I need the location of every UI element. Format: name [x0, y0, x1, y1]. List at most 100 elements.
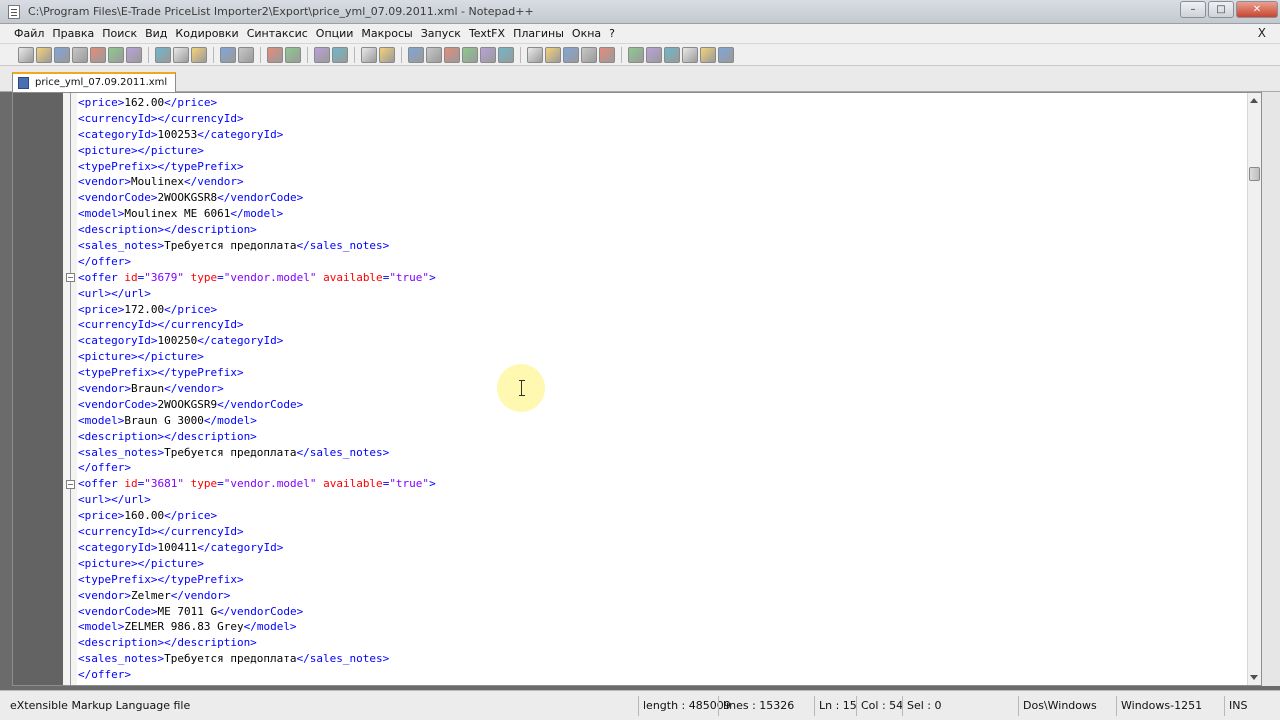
menu-item-12[interactable]: ? [609, 27, 623, 40]
undo-icon[interactable] [220, 47, 236, 63]
close-all-icon[interactable] [108, 47, 124, 63]
find-icon[interactable] [267, 47, 283, 63]
run-multiple-icon[interactable] [581, 47, 597, 63]
code-line[interactable]: <categoryId>100411</categoryId> [78, 540, 436, 556]
code-line[interactable]: <price>162.00</price> [78, 95, 436, 111]
menu-item-10[interactable]: Плагины [513, 27, 572, 40]
close-document-button[interactable]: X [1258, 26, 1266, 40]
code-line[interactable]: <model>Braun G 3000</model> [78, 413, 436, 429]
menu-item-2[interactable]: Поиск [102, 27, 145, 40]
open-file-icon[interactable] [36, 47, 52, 63]
cut-icon[interactable] [155, 47, 171, 63]
copy-icon[interactable] [173, 47, 189, 63]
show-all-icon[interactable] [426, 47, 442, 63]
menu-item-4[interactable]: Кодировки [175, 27, 246, 40]
status-eol[interactable]: Dos\Windows [1018, 696, 1116, 716]
save-icon[interactable] [54, 47, 70, 63]
zoom-in-icon[interactable] [314, 47, 330, 63]
menu-item-8[interactable]: Запуск [421, 27, 469, 40]
code-line[interactable]: <description></description> [78, 429, 436, 445]
code-line[interactable]: <vendorCode>2WOOKGSR9</vendorCode> [78, 397, 436, 413]
code-line[interactable]: <currencyId></currencyId> [78, 317, 436, 333]
code-line[interactable]: <picture></picture> [78, 349, 436, 365]
code-line[interactable]: <price>160.00</price> [78, 508, 436, 524]
menu-item-6[interactable]: Опции [316, 27, 362, 40]
code-line[interactable]: <price>172.00</price> [78, 302, 436, 318]
code-line[interactable]: <vendor>Moulinex</vendor> [78, 174, 436, 190]
code-line[interactable]: <typePrefix></typePrefix> [78, 365, 436, 381]
code-line[interactable]: <currencyId></currencyId> [78, 111, 436, 127]
scroll-up-icon[interactable] [1250, 98, 1258, 103]
maximize-button[interactable]: □ [1208, 1, 1234, 18]
vertical-scrollbar[interactable] [1247, 93, 1261, 685]
code-line[interactable]: <vendorCode>2WOOKGSR8</vendorCode> [78, 190, 436, 206]
textfx-1-icon[interactable] [628, 47, 644, 63]
code-line[interactable]: <offer id="3679" type="vendor.model" ava… [78, 270, 436, 286]
close-icon[interactable] [90, 47, 106, 63]
textfx-4-icon[interactable] [682, 47, 698, 63]
textfx-6-icon[interactable] [718, 47, 734, 63]
play-icon[interactable] [563, 47, 579, 63]
code-line[interactable]: <sales_notes>Требуется предоплата</sales… [78, 238, 436, 254]
redo-icon[interactable] [238, 47, 254, 63]
code-line[interactable]: <picture></picture> [78, 143, 436, 159]
sync-h-icon[interactable] [379, 47, 395, 63]
zoom-out-icon[interactable] [332, 47, 348, 63]
doc-map-icon[interactable] [480, 47, 496, 63]
replace-icon[interactable] [285, 47, 301, 63]
status-encoding[interactable]: Windows-1251 [1116, 696, 1224, 716]
code-line[interactable]: <sales_notes>Требуется предоплата</sales… [78, 651, 436, 667]
editor-pane[interactable]: <price>162.00</price> <currencyId></curre… [12, 92, 1262, 686]
menu-item-11[interactable]: Окна [572, 27, 609, 40]
udl-icon[interactable] [462, 47, 478, 63]
code-line[interactable]: <url></url> [78, 492, 436, 508]
code-line[interactable]: <model>ZELMER 986.83 Grey</model> [78, 619, 436, 635]
textfx-5-icon[interactable] [700, 47, 716, 63]
code-line[interactable]: </offer> [78, 254, 436, 270]
textfx-2-icon[interactable] [646, 47, 662, 63]
save-all-icon[interactable] [72, 47, 88, 63]
stop-icon[interactable] [545, 47, 561, 63]
sync-v-icon[interactable] [361, 47, 377, 63]
code-line[interactable]: <sales_notes>Требуется предоплата</sales… [78, 445, 436, 461]
code-line[interactable]: <typePrefix></typePrefix> [78, 572, 436, 588]
code-line[interactable]: <offer id="3681" type="vendor.model" ava… [78, 476, 436, 492]
paste-icon[interactable] [191, 47, 207, 63]
close-window-button[interactable]: ✕ [1236, 1, 1278, 18]
scroll-down-icon[interactable] [1250, 675, 1258, 680]
save-macro-icon[interactable] [599, 47, 615, 63]
menu-item-1[interactable]: Правка [52, 27, 102, 40]
menu-item-7[interactable]: Макросы [361, 27, 420, 40]
fold-toggle-icon[interactable]: − [66, 479, 75, 489]
code-line[interactable]: <picture></picture> [78, 556, 436, 572]
fold-toggle-icon[interactable]: − [66, 272, 75, 282]
menu-item-9[interactable]: TextFX [469, 27, 513, 40]
new-file-icon[interactable] [18, 47, 34, 63]
textfx-3-icon[interactable] [664, 47, 680, 63]
print-icon[interactable] [126, 47, 142, 63]
notepad-app-icon[interactable] [8, 5, 20, 19]
code-area[interactable]: <price>162.00</price> <currencyId></curre… [78, 95, 436, 683]
scrollbar-thumb[interactable] [1249, 167, 1260, 181]
code-line[interactable]: <typePrefix></typePrefix> [78, 159, 436, 175]
code-line[interactable]: <categoryId>100250</categoryId> [78, 333, 436, 349]
code-line[interactable]: <vendorCode>ME 7011 G</vendorCode> [78, 604, 436, 620]
indent-guide-icon[interactable] [444, 47, 460, 63]
code-line[interactable]: </offer> [78, 667, 436, 683]
line-number-gutter[interactable] [13, 93, 63, 685]
code-line[interactable]: <model>Moulinex ME 6061</model> [78, 206, 436, 222]
code-line[interactable]: <currencyId></currencyId> [78, 524, 436, 540]
code-line[interactable]: <categoryId>100253</categoryId> [78, 127, 436, 143]
record-icon[interactable] [527, 47, 543, 63]
code-line[interactable]: <url></url> [78, 286, 436, 302]
tab-price-yml[interactable]: price_yml_07.09.2011.xml [12, 72, 177, 92]
menu-item-3[interactable]: Вид [145, 27, 175, 40]
code-line[interactable]: <vendor>Zelmer</vendor> [78, 588, 436, 604]
code-line[interactable]: <description></description> [78, 222, 436, 238]
status-insert-mode[interactable]: INS [1224, 696, 1274, 716]
code-line[interactable]: <vendor>Braun</vendor> [78, 381, 436, 397]
code-line[interactable]: </offer> [78, 460, 436, 476]
menu-item-5[interactable]: Синтаксис [247, 27, 316, 40]
code-line[interactable]: <description></description> [78, 635, 436, 651]
menu-item-0[interactable]: Файл [14, 27, 52, 40]
